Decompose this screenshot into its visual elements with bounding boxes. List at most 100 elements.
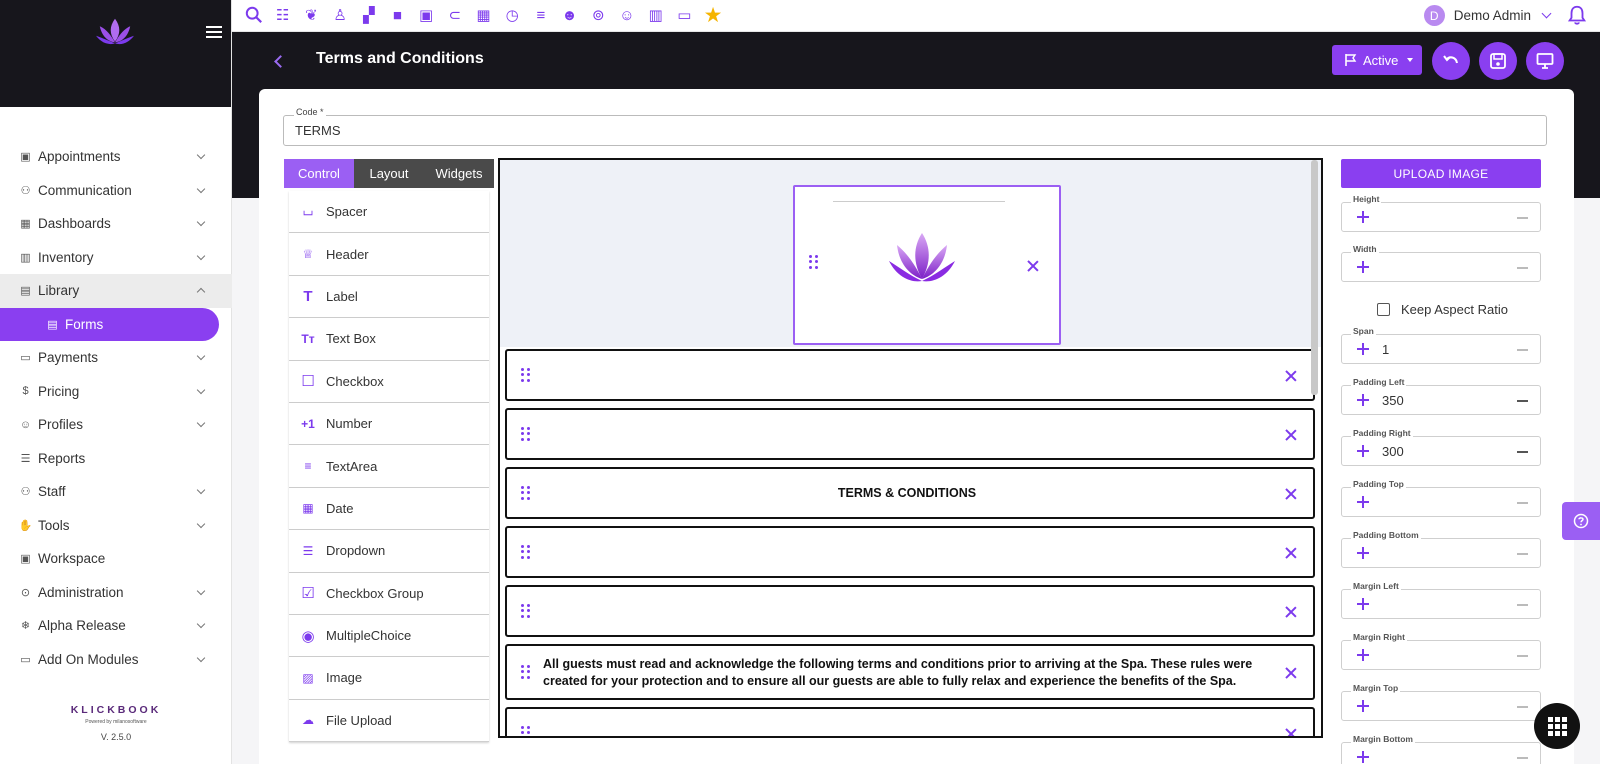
- canvas-scrollbar[interactable]: [1311, 160, 1318, 395]
- sidebar-item-alpha-release[interactable]: ❄ Alpha Release: [0, 609, 232, 643]
- plus-icon[interactable]: [1357, 598, 1369, 610]
- sidebar-item-payments[interactable]: ▭ Payments: [0, 341, 232, 375]
- search-icon[interactable]: [244, 5, 264, 25]
- image-element[interactable]: [793, 185, 1061, 345]
- sidebar-item-communication[interactable]: ⚇ Communication: [0, 174, 232, 208]
- clock-icon[interactable]: ◷: [502, 5, 522, 25]
- lines-icon[interactable]: ≡: [531, 5, 551, 25]
- drag-handle-icon[interactable]: [521, 665, 531, 679]
- minus-icon[interactable]: [1517, 267, 1528, 269]
- sidebar-item-appointments[interactable]: ▣ Appointments: [0, 140, 232, 174]
- remove-element-icon[interactable]: [1285, 547, 1297, 559]
- padding-left-field[interactable]: Padding Left 350: [1341, 377, 1541, 415]
- control-spacer[interactable]: ⌴ Spacer: [289, 191, 489, 234]
- sidebar-item-profiles[interactable]: ☺ Profiles: [0, 408, 232, 442]
- control-text-box[interactable]: Tт Text Box: [289, 318, 489, 361]
- padding-right-field[interactable]: Padding Right 300: [1341, 428, 1541, 466]
- status-dropdown-button[interactable]: Active: [1332, 45, 1422, 75]
- minus-icon[interactable]: [1517, 400, 1528, 402]
- canvas-row[interactable]: [505, 408, 1315, 460]
- tab-widgets[interactable]: Widgets: [424, 159, 494, 188]
- control-number[interactable]: +1 Number: [289, 402, 489, 446]
- margin-bottom-field[interactable]: Margin Bottom: [1341, 734, 1541, 764]
- drag-handle-icon[interactable]: [521, 427, 531, 441]
- sidebar-item-library[interactable]: ▤ Library: [0, 274, 232, 308]
- drag-handle-icon[interactable]: [521, 726, 531, 736]
- plus-icon[interactable]: [1357, 261, 1369, 273]
- plus-icon[interactable]: [1357, 343, 1369, 355]
- sidebar-item-staff[interactable]: ⚇ Staff: [0, 475, 232, 509]
- control-file-upload[interactable]: ☁ File Upload: [289, 699, 489, 743]
- margin-right-field[interactable]: Margin Right: [1341, 632, 1541, 670]
- canvas-row[interactable]: [505, 585, 1315, 637]
- plus-icon[interactable]: [1357, 649, 1369, 661]
- minus-icon[interactable]: [1517, 706, 1528, 708]
- paperclip-icon[interactable]: ⊂: [445, 5, 465, 25]
- plus-icon[interactable]: [1357, 394, 1369, 406]
- preview-button[interactable]: [1526, 42, 1564, 80]
- user-menu[interactable]: D Demo Admin: [1423, 5, 1552, 26]
- remove-element-icon[interactable]: [1285, 488, 1297, 500]
- drag-handle-icon[interactable]: [521, 368, 531, 382]
- plus-icon[interactable]: [1357, 211, 1369, 223]
- plus-icon[interactable]: [1357, 751, 1369, 763]
- sliders-icon[interactable]: ☷: [273, 5, 293, 25]
- span-field[interactable]: Span 1: [1341, 326, 1541, 364]
- canvas-row-paragraph[interactable]: All guests must read and acknowledge the…: [505, 644, 1315, 700]
- sidebar-item-administration[interactable]: ⊙ Administration: [0, 576, 232, 610]
- remove-element-icon[interactable]: [1285, 370, 1297, 382]
- help-button[interactable]: [1562, 502, 1600, 540]
- sidebar-item-pricing[interactable]: $ Pricing: [0, 375, 232, 409]
- sidebar-item-tools[interactable]: ✋ Tools: [0, 509, 232, 543]
- apps-launcher-button[interactable]: [1534, 703, 1580, 749]
- chair-icon[interactable]: ♙: [330, 5, 350, 25]
- plus-icon[interactable]: [1357, 547, 1369, 559]
- control-multiple-choice[interactable]: ◉ MultipleChoice: [289, 614, 489, 658]
- drag-handle-icon[interactable]: [809, 255, 819, 269]
- remove-element-icon[interactable]: [1285, 667, 1297, 679]
- minus-icon[interactable]: [1517, 451, 1528, 453]
- tab-control[interactable]: Control: [284, 159, 354, 188]
- apps-icon[interactable]: ▞: [359, 5, 379, 25]
- alarm-icon[interactable]: ⊚: [588, 5, 608, 25]
- spa-icon[interactable]: ❦: [301, 5, 321, 25]
- height-field[interactable]: Height: [1341, 194, 1541, 232]
- minus-icon[interactable]: [1517, 655, 1528, 657]
- minus-icon[interactable]: [1517, 349, 1528, 351]
- briefcase-icon[interactable]: ■: [387, 5, 407, 25]
- keep-aspect-checkbox[interactable]: [1377, 303, 1390, 316]
- drag-handle-icon[interactable]: [521, 545, 531, 559]
- control-textarea[interactable]: ≡ TextArea: [289, 445, 489, 488]
- remove-element-icon[interactable]: [1285, 606, 1297, 618]
- control-checkbox-group[interactable]: ☑ Checkbox Group: [289, 572, 489, 615]
- control-checkbox[interactable]: ☐ Checkbox: [289, 360, 489, 403]
- minus-icon[interactable]: [1517, 502, 1528, 504]
- canvas-row[interactable]: [505, 707, 1315, 736]
- keep-aspect-ratio[interactable]: Keep Aspect Ratio: [1377, 302, 1508, 317]
- control-date[interactable]: ▦ Date: [289, 487, 489, 531]
- undo-button[interactable]: [1432, 42, 1470, 80]
- face-icon[interactable]: ☻: [560, 5, 580, 25]
- chat-icon[interactable]: ▭: [674, 5, 694, 25]
- canvas-row[interactable]: [505, 349, 1315, 401]
- margin-left-field[interactable]: Margin Left: [1341, 581, 1541, 619]
- save-button[interactable]: [1479, 42, 1517, 80]
- sidebar-item-workspace[interactable]: ▣ Workspace: [0, 542, 232, 576]
- padding-bottom-field[interactable]: Padding Bottom: [1341, 530, 1541, 568]
- control-header[interactable]: ♕ Header: [289, 233, 489, 276]
- minus-icon[interactable]: [1517, 757, 1528, 759]
- bell-icon[interactable]: [1566, 4, 1588, 26]
- minus-icon[interactable]: [1517, 553, 1528, 555]
- control-image[interactable]: ▨ Image: [289, 657, 489, 700]
- plus-icon[interactable]: [1357, 700, 1369, 712]
- form-canvas[interactable]: TERMS & CONDITIONS All guests must read …: [498, 158, 1323, 738]
- hamburger-menu-icon[interactable]: [206, 26, 222, 40]
- canvas-row-heading[interactable]: TERMS & CONDITIONS: [505, 467, 1315, 519]
- sidebar-item-dashboards[interactable]: ▦ Dashboards: [0, 207, 232, 241]
- tab-layout[interactable]: Layout: [354, 159, 424, 188]
- plus-icon[interactable]: [1357, 445, 1369, 457]
- code-field[interactable]: Code * TERMS: [283, 107, 1547, 146]
- minus-icon[interactable]: [1517, 604, 1528, 606]
- sidebar-item-add-on-modules[interactable]: ▭ Add On Modules: [0, 643, 232, 677]
- drag-handle-icon[interactable]: [521, 604, 531, 618]
